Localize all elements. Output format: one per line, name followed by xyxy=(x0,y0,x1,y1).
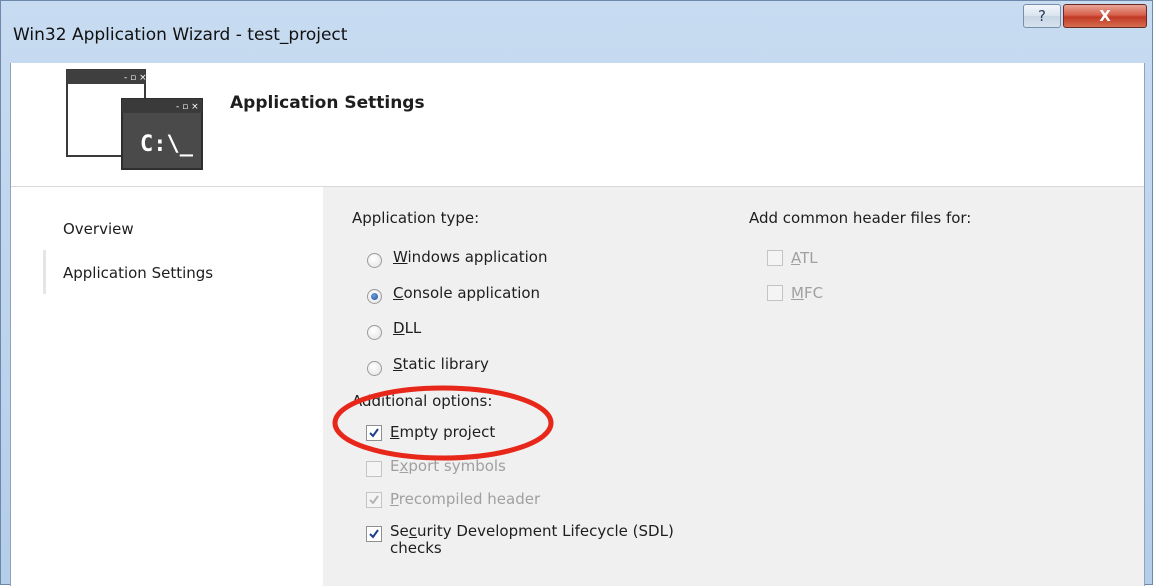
checkbox-export-symbols-box[interactable] xyxy=(366,461,382,477)
console-window-icon: - ▫ × - ▫ × C:\_ xyxy=(66,69,203,170)
checkbox-sdl-checks-box[interactable] xyxy=(366,526,382,542)
checkbox-mfc-box[interactable] xyxy=(767,285,783,301)
checkbox-atl-box[interactable] xyxy=(767,250,783,266)
svg-text:- ▫ ×: - ▫ × xyxy=(124,73,147,83)
help-icon: ? xyxy=(1038,7,1046,25)
radio-windows-application-circle[interactable] xyxy=(367,253,382,268)
radio-static-library-label: Static library xyxy=(393,355,489,373)
wizard-window: Win32 Application Wizard - test_project … xyxy=(0,0,1153,586)
active-indicator xyxy=(43,250,46,294)
checkbox-atl-label: ATL xyxy=(791,249,818,267)
checkbox-precompiled-header-box[interactable] xyxy=(366,492,382,508)
help-button[interactable]: ? xyxy=(1023,4,1061,28)
settings-panel: Application type: Windows application Co… xyxy=(323,187,1144,586)
radio-console-application-circle[interactable] xyxy=(367,289,382,304)
sidebar-item-application-settings[interactable]: Application Settings xyxy=(63,264,213,282)
radio-dll-circle[interactable] xyxy=(367,325,382,340)
common-headers-heading: Add common header files for: xyxy=(749,209,972,227)
radio-dll-label: DLL xyxy=(393,319,422,337)
radio-static-library-circle[interactable] xyxy=(367,361,382,376)
checkbox-empty-project-label: Empty project xyxy=(390,423,496,441)
page-title: Application Settings xyxy=(230,93,425,113)
close-icon: X xyxy=(1099,7,1111,25)
checkbox-precompiled-header-label: Precompiled header xyxy=(390,490,541,508)
svg-text:- ▫ ×: - ▫ × xyxy=(176,102,199,112)
checkbox-mfc-label: MFC xyxy=(791,284,824,302)
additional-options-heading: Additional options: xyxy=(352,392,493,410)
title-bar[interactable]: Win32 Application Wizard - test_project … xyxy=(1,1,1153,63)
close-button[interactable]: X xyxy=(1063,4,1147,28)
checkbox-export-symbols-label: Export symbols xyxy=(390,457,506,475)
wizard-client-area: - ▫ × - ▫ × C:\_ Application Settings Ov… xyxy=(10,63,1145,586)
wizard-sidebar: Overview Application Settings xyxy=(11,187,321,586)
console-caption: C:\_ xyxy=(140,132,194,157)
checkbox-sdl-checks-label: Security Development Lifecycle (SDL) chec… xyxy=(390,522,674,557)
window-title: Win32 Application Wizard - test_project xyxy=(13,25,348,45)
application-type-heading: Application type: xyxy=(352,209,480,227)
sidebar-item-overview[interactable]: Overview xyxy=(63,220,134,238)
radio-console-application-label: Console application xyxy=(393,284,541,302)
checkbox-empty-project-box[interactable] xyxy=(366,425,382,441)
radio-windows-application-label: Windows application xyxy=(393,248,548,266)
wizard-header: - ▫ × - ▫ × C:\_ Application Settings xyxy=(11,63,1144,187)
